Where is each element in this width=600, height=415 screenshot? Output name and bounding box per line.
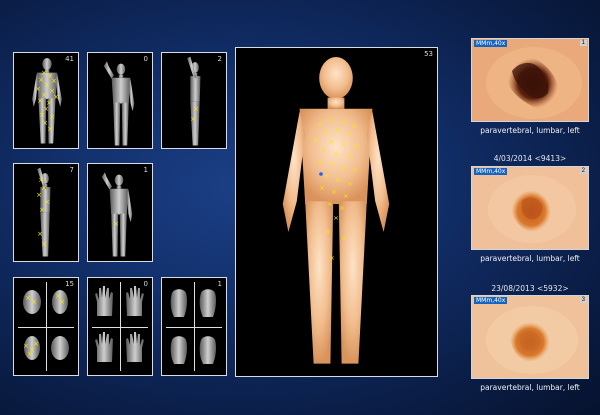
svg-text:×: × — [341, 118, 346, 126]
lesion-index: 1 — [579, 40, 587, 46]
svg-text:×: × — [37, 97, 43, 105]
svg-text:×: × — [113, 220, 119, 228]
svg-text:×: × — [190, 115, 196, 123]
svg-text:×: × — [340, 164, 345, 172]
svg-text:×: × — [335, 176, 340, 184]
lesion-image-3 — [472, 296, 588, 378]
svg-text:×: × — [38, 176, 44, 184]
svg-text:×: × — [327, 200, 332, 208]
magnification-label: MMm,40x — [474, 40, 508, 47]
side-figure-icon: ×× — [187, 56, 201, 146]
main-back-count: 53 — [424, 50, 433, 58]
svg-text:×: × — [328, 116, 333, 124]
svg-text:×: × — [53, 93, 59, 101]
body-view-head[interactable]: 15 × × × × × × × × — [13, 277, 79, 376]
svg-text:×: × — [329, 138, 334, 146]
lesion-date-3: 23/08/2013 <5932> — [491, 284, 569, 293]
svg-text:×: × — [49, 113, 55, 121]
back-small-figure-icon: × — [101, 172, 133, 257]
svg-text:×: × — [347, 180, 352, 188]
svg-text:×: × — [47, 125, 53, 133]
body-view-feet[interactable]: 1 — [161, 277, 227, 376]
back-small-count: 1 — [143, 166, 148, 174]
svg-text:×: × — [333, 150, 338, 158]
svg-text:×: × — [51, 77, 57, 85]
svg-text:×: × — [27, 350, 33, 358]
svg-text:×: × — [41, 184, 47, 192]
svg-text:×: × — [35, 85, 41, 93]
side-left-figure-icon: ××× ×××× — [36, 167, 51, 257]
side-left-count: 7 — [69, 166, 74, 174]
svg-text:×: × — [346, 130, 351, 138]
svg-text:×: × — [36, 191, 42, 199]
svg-text:×: × — [25, 294, 31, 302]
svg-text:×: × — [339, 204, 344, 212]
lesion-date-2: 4/03/2014 <9413> — [493, 154, 567, 163]
lesion-image-1 — [472, 39, 588, 121]
svg-text:×: × — [39, 206, 45, 214]
svg-text:×: × — [331, 188, 336, 196]
body-view-raised-arm[interactable]: 0 — [87, 52, 153, 149]
svg-text:×: × — [193, 105, 199, 113]
svg-text:×: × — [351, 122, 356, 130]
body-view-hands[interactable]: 0 — [87, 277, 153, 376]
main-back-figure: × × × × × × ×× × × ×× × ×× × × ×× × ×× × × × ××× ×× — [282, 57, 390, 364]
svg-text:×: × — [329, 254, 334, 262]
raised-arm-count: 0 — [143, 55, 148, 63]
svg-text:×: × — [59, 298, 65, 306]
svg-text:×: × — [313, 136, 318, 144]
svg-text:×: × — [41, 240, 47, 248]
svg-text:×: × — [347, 152, 352, 160]
body-view-side[interactable]: 2 × × — [161, 52, 227, 149]
head-icons: × ××× × ××× — [23, 290, 69, 360]
svg-text:×: × — [333, 214, 338, 222]
body-view-side-left[interactable]: 7 × × × × × × × — [13, 163, 79, 262]
lesion-thumbnail-3[interactable]: MMm,40x 3 — [471, 295, 589, 379]
svg-text:×: × — [44, 198, 50, 206]
hands-icons — [95, 286, 144, 362]
svg-text:×: × — [33, 340, 39, 348]
svg-text:×: × — [341, 140, 346, 148]
magnification-label: MMm,40x — [474, 168, 508, 175]
svg-text:×: × — [323, 172, 328, 180]
svg-text:×: × — [323, 128, 328, 136]
svg-text:×: × — [352, 166, 357, 174]
lesion-thumbnail-2[interactable]: MMm,40x 2 — [471, 166, 589, 250]
lesion-location-1: paravertebral, lumbar, left — [480, 126, 580, 135]
main-body-view-back[interactable]: 53 × × × × × × × × × × × × × × × × × × × × × × × × × × × × × × — [235, 47, 438, 377]
lesion-thumbnail-1[interactable]: MMm,40x 1 — [471, 38, 589, 122]
raised-arm-figure-icon — [103, 61, 135, 146]
magnification-label: MMm,40x — [474, 297, 508, 304]
svg-text:×: × — [321, 146, 326, 154]
lesion-index: 3 — [579, 297, 587, 303]
svg-text:×: × — [329, 160, 334, 168]
svg-text:×: × — [317, 120, 322, 128]
lesion-location-2: paravertebral, lumbar, left — [480, 254, 580, 263]
svg-text:×: × — [319, 184, 324, 192]
svg-text:×: × — [335, 126, 340, 134]
svg-text:×: × — [353, 142, 358, 150]
front-count: 41 — [65, 55, 74, 63]
lesion-index: 2 — [579, 168, 587, 174]
svg-text:×: × — [39, 111, 45, 119]
svg-text:×: × — [38, 76, 44, 84]
svg-text:×: × — [325, 228, 330, 236]
svg-text:×: × — [31, 298, 37, 306]
svg-text:×: × — [23, 342, 29, 350]
lesion-image-2 — [472, 167, 588, 249]
feet-icons — [170, 289, 217, 364]
body-view-back-small[interactable]: 1 × — [87, 163, 153, 262]
front-figure-icon: × ×× × ×× ×× ×× ×× × ××× — [32, 58, 62, 144]
body-view-front[interactable]: 41 × × × × × × × × × × × × × × × × — [13, 52, 79, 149]
side-count: 2 — [217, 55, 222, 63]
svg-text:×: × — [341, 234, 346, 242]
svg-text:×: × — [317, 158, 322, 166]
svg-text:×: × — [343, 192, 348, 200]
lesion-location-3: paravertebral, lumbar, left — [480, 383, 580, 392]
svg-text:×: × — [37, 230, 43, 238]
